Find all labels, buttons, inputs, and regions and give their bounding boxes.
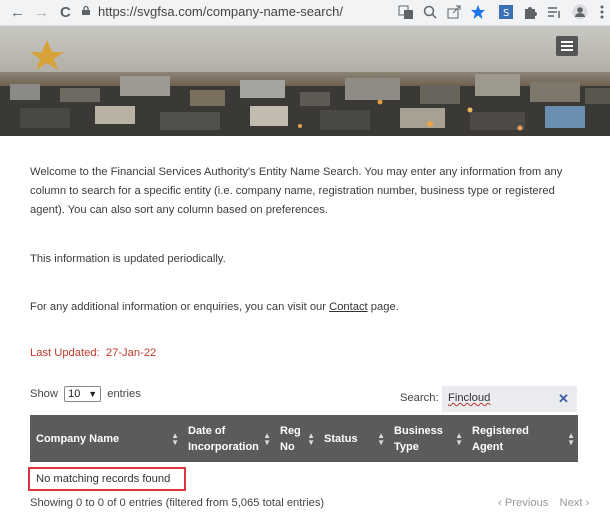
sort-icon: ▲ ▼	[307, 430, 315, 447]
table-info: Showing 0 to 0 of 0 entries (filtered fr…	[30, 497, 325, 509]
browser-toolbar: ← → C https://svgfsa.com/company-name-se…	[0, 0, 610, 26]
intro-paragraph: Welcome to the Financial Services Author…	[30, 166, 563, 216]
address-bar[interactable]: https://svgfsa.com/company-name-search/	[82, 2, 382, 22]
extension-s-icon[interactable]: S	[498, 4, 514, 20]
svg-text:S: S	[503, 8, 509, 19]
share-icon[interactable]	[446, 4, 462, 20]
reading-list-icon[interactable]	[546, 4, 562, 20]
enquiries-note: For any additional information or enquir…	[30, 298, 580, 317]
last-updated: Last Updated: 27-Jan-22	[30, 347, 156, 359]
column-header-business-type[interactable]: Business Type ▲ ▼	[388, 415, 466, 462]
sort-icon: ▲ ▼	[455, 430, 463, 447]
column-header-company-name[interactable]: Company Name ▲ ▼	[30, 415, 182, 462]
url-text: https://svgfsa.com/company-name-search/	[98, 4, 343, 19]
clear-search-icon[interactable]: ✕	[558, 391, 569, 407]
pagination: ‹ Previous Next ›	[490, 497, 589, 509]
puzzle-icon[interactable]	[522, 4, 538, 20]
search-input-value: Fincloud	[448, 392, 491, 404]
star-icon[interactable]	[470, 4, 486, 20]
column-header-status[interactable]: Status ▲ ▼	[318, 415, 388, 462]
show-label: Show	[30, 387, 58, 400]
table-header-row: Company Name ▲ ▼ Date of Incorporation ▲ ▼ Re…	[30, 415, 578, 462]
sort-icon: ▲ ▼	[171, 430, 179, 447]
hero-banner	[0, 26, 610, 136]
entries-select-value: 10	[68, 388, 81, 400]
last-updated-value: 27-Jan-22	[105, 347, 157, 359]
lock-icon	[82, 6, 90, 15]
back-arrow-icon[interactable]: ←	[10, 4, 25, 21]
sort-icon: ▲ ▼	[377, 430, 385, 447]
city-skyline-image	[0, 74, 610, 136]
previous-page-button[interactable]: ‹ Previous	[498, 497, 548, 509]
periodic-note: This information is updated periodically…	[30, 253, 226, 265]
sort-icon: ▲ ▼	[567, 430, 575, 447]
forward-arrow-icon[interactable]: →	[34, 4, 49, 21]
chevron-down-icon: ▼	[88, 389, 98, 399]
enquiries-suffix: page.	[367, 301, 399, 313]
column-header-date-of-incorporation[interactable]: Date of Incorporation ▲ ▼	[182, 415, 274, 462]
fsa-logo-icon	[30, 40, 64, 70]
entity-table: Company Name ▲ ▼ Date of Incorporation ▲ ▼ Re…	[30, 415, 578, 462]
zoom-icon[interactable]	[422, 4, 438, 20]
column-header-reg-no[interactable]: Reg No ▲ ▼	[274, 415, 318, 462]
reload-icon[interactable]: C	[60, 4, 71, 21]
page-length-control: Show 10 ▼ entries	[30, 386, 141, 402]
hamburger-menu-icon[interactable]	[556, 36, 578, 56]
kebab-menu-icon[interactable]	[594, 4, 610, 20]
next-page-button[interactable]: Next ›	[559, 497, 589, 509]
last-updated-label: Last Updated:	[30, 347, 100, 359]
sort-icon: ▲ ▼	[263, 430, 271, 447]
translate-icon[interactable]	[398, 4, 414, 20]
enquiries-prefix: For any additional information or enquir…	[30, 301, 330, 313]
entries-select[interactable]: 10 ▼	[64, 386, 102, 402]
column-header-registered-agent[interactable]: Registered Agent ▲ ▼	[466, 415, 578, 462]
contact-link[interactable]: Contact	[329, 301, 368, 313]
search-label: Search:	[400, 392, 439, 404]
entries-label: entries	[107, 387, 141, 400]
profile-icon[interactable]	[572, 4, 588, 20]
empty-table-message: No matching records found	[28, 467, 186, 491]
